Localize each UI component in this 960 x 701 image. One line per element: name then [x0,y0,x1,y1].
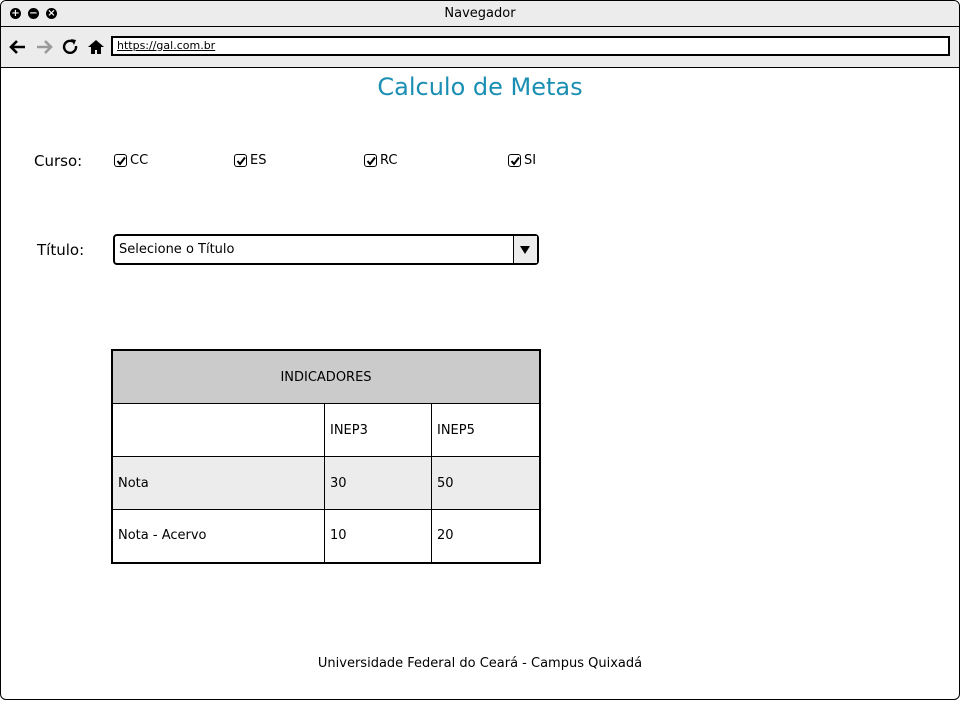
page-title: Calculo de Metas [377,73,583,101]
browser-window: + − × Navegador https://gal.com.br Calcu… [0,0,960,700]
checkbox-checked-icon[interactable] [364,154,377,167]
column-header: INEP5 [431,403,541,457]
footer-text: Universidade Federal do Ceará - Campus Q… [317,656,643,671]
checkbox-checked-icon[interactable] [508,154,521,167]
checkbox-label: CC [130,153,149,168]
table-cell: 30 [324,456,432,510]
home-icon[interactable] [86,38,106,56]
table-header: INDICADORES [111,349,541,404]
checkbox-es[interactable]: ES [234,153,266,168]
checkbox-label: SI [524,153,537,168]
forward-arrow-icon[interactable] [34,38,54,56]
dropdown-arrow-icon[interactable] [513,236,537,263]
column-header [111,403,325,457]
table-row: Nota - Acervo 10 20 [111,509,541,563]
checkbox-checked-icon[interactable] [114,154,127,167]
checkbox-cc[interactable]: CC [114,153,148,168]
browser-toolbar: https://gal.com.br [1,27,959,68]
table-cell: Nota - Acervo [111,509,325,563]
table-cell: 50 [431,456,541,510]
titulo-label: Título: [37,241,85,259]
table-cell: Nota [111,456,325,510]
window-title: Navegador [444,6,516,21]
checkbox-rc[interactable]: RC [364,153,397,168]
table-row: Nota 30 50 [111,456,541,510]
table-cell: 20 [431,509,541,563]
title-bar: + − × Navegador [1,1,959,27]
checkbox-checked-icon[interactable] [234,154,247,167]
titulo-select[interactable]: Selecione o Título [113,234,539,265]
indicadores-table: INDICADORES INEP3 INEP5 Nota 30 50 Nota … [111,349,541,564]
back-arrow-icon[interactable] [8,38,28,56]
reload-icon[interactable] [61,38,81,56]
table-cell: 10 [324,509,432,563]
address-bar[interactable]: https://gal.com.br [111,36,950,56]
curso-label: Curso: [34,152,83,170]
checkbox-si[interactable]: SI [508,153,536,168]
titulo-selected-value: Selecione o Título [119,242,235,257]
checkbox-label: ES [250,153,267,168]
column-header: INEP3 [324,403,432,457]
checkbox-label: RC [380,153,398,168]
table-column-row: INEP3 INEP5 [111,403,541,457]
